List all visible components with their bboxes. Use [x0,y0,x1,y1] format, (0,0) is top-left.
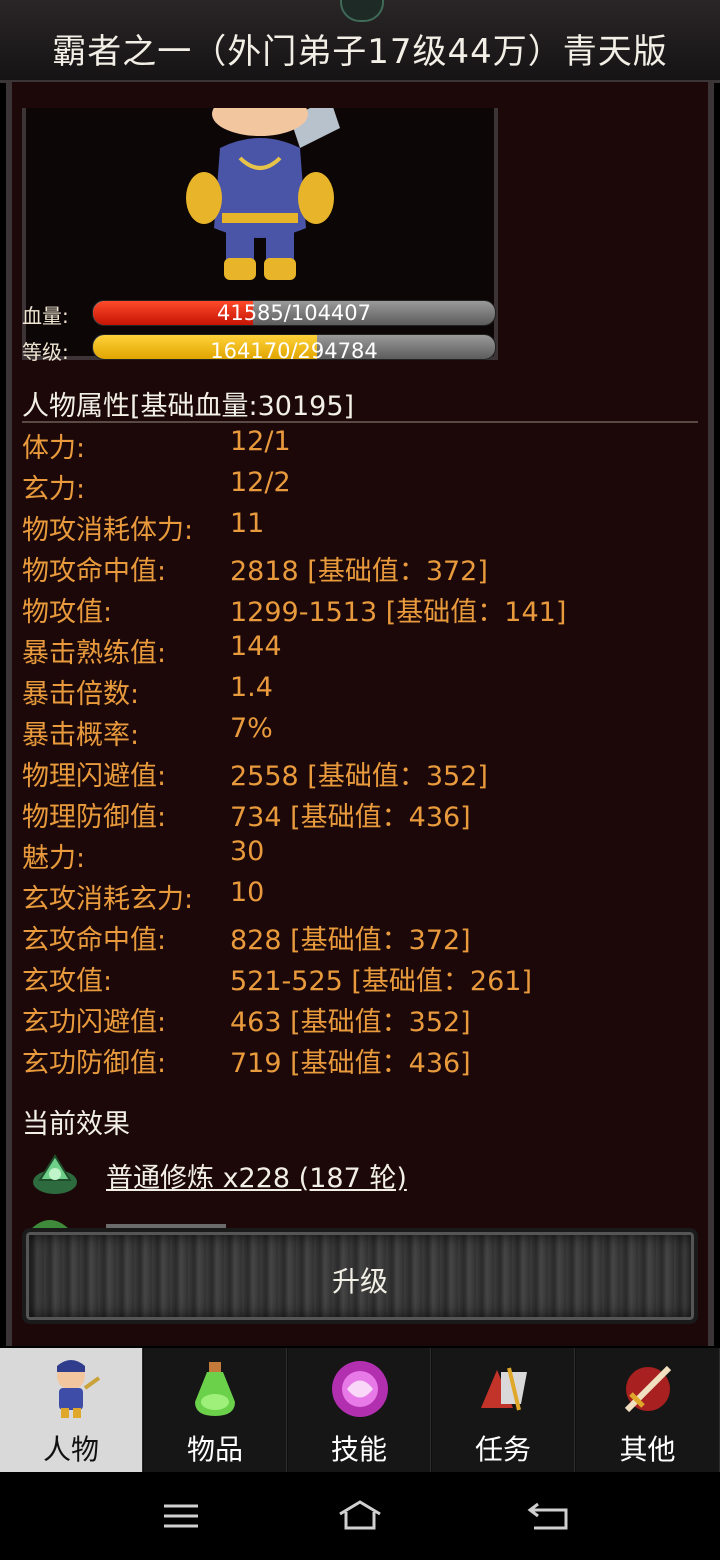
stat-label: 玄攻命中值: [22,925,167,956]
tab-label: 人物 [42,1433,99,1466]
stat-label: 玄功防御值: [22,1048,167,1079]
tab-items[interactable]: 物品 [144,1348,287,1472]
stat-value: 7% [230,713,273,744]
stat-row: 暴击倍数: 1.4 [22,672,702,713]
back-icon[interactable] [526,1498,574,1534]
stat-row: 物攻消耗体力: 11 [22,508,702,549]
stat-value: 734 [基础值：436] [230,802,471,833]
stat-row: 体力: 12/1 [22,426,702,467]
stat-label: 物攻消耗体力: [22,515,194,546]
hp-value: 41585/104407 [216,301,372,325]
tab-other[interactable]: 其他 [576,1348,720,1472]
home-icon[interactable] [336,1498,384,1534]
stat-label: 玄力: [22,474,86,505]
stat-row: 物理闪避值: 2558 [基础值：352] [22,754,702,795]
stat-row: 玄功防御值: 719 [基础值：436] [22,1041,702,1082]
effect-name[interactable]: 普通修炼 x228 (187 轮) [106,1156,407,1195]
ornament-icon [340,0,384,22]
stat-label: 物攻命中值: [22,556,167,587]
stat-value: 463 [基础值：352] [230,1007,471,1038]
stat-value: 2818 [基础值：372] [230,556,488,587]
stat-value: 11 [230,508,265,539]
exp-value: 164170/294784 [210,339,378,360]
stat-row: 玄攻命中值: 828 [基础值：372] [22,918,702,959]
bottom-tab-bar: 人物 物品 技能 任务 其他 [0,1348,720,1472]
stat-row: 魅力: 30 [22,836,702,877]
stat-label: 暴击熟练值: [22,638,167,669]
effect-item-partial-icon [30,1220,226,1230]
tab-quests[interactable]: 任务 [432,1348,575,1472]
sword-icon [624,1365,672,1413]
potion-icon [195,1362,235,1416]
effect-item[interactable]: 普通修炼 x228 (187 轮) [30,1150,690,1200]
stat-value: 30 [230,836,265,867]
divider [22,421,698,423]
stat-label: 魅力: [22,843,86,874]
tab-character[interactable]: 人物 [0,1348,143,1472]
stat-value: 1299-1513 [基础值：141] [230,597,567,628]
stat-label: 物理闪避值: [22,761,167,792]
stat-row: 玄功闪避值: 463 [基础值：352] [22,1000,702,1041]
stat-label: 玄攻消耗玄力: [22,884,194,915]
upgrade-button[interactable]: 升级 [22,1228,698,1324]
stat-label: 物理防御值: [22,802,167,833]
effects-title: 当前效果 [22,1109,130,1140]
system-nav-bar [0,1472,720,1560]
tab-label: 技能 [330,1433,387,1466]
title-bar: 霸者之一（外门弟子17级44万）青天版 [0,0,720,83]
green-orb-icon [33,1154,77,1194]
stat-value: 1.4 [230,672,273,703]
stat-label: 暴击倍数: [22,679,140,710]
character-icon [57,1360,101,1418]
stat-row: 玄攻消耗玄力: 10 [22,877,702,918]
stat-value: 521-525 [基础值：261] [230,966,532,997]
quest-icon [481,1367,527,1411]
stat-value: 144 [230,631,282,662]
stat-value: 12/1 [230,426,291,457]
skill-orb-icon [332,1361,388,1417]
hp-bar: 41585/104407 [92,300,496,326]
stat-row: 暴击熟练值: 144 [22,631,702,672]
stat-label: 物攻值: [22,597,113,628]
hp-label: 血量: [22,304,69,328]
character-avatar [186,108,340,280]
stat-row: 玄力: 12/2 [22,467,702,508]
tab-skills[interactable]: 技能 [288,1348,431,1472]
tab-label: 任务 [474,1433,531,1466]
stat-value: 719 [基础值：436] [230,1048,471,1079]
page-title: 霸者之一（外门弟子17级44万）青天版 [52,32,668,72]
level-label: 等级: [22,340,69,364]
exp-bar: 164170/294784 [92,334,496,360]
attributes-title: 人物属性[基础血量:30195] [22,391,355,422]
stat-label: 玄攻值: [22,966,113,997]
stat-row: 物理防御值: 734 [基础值：436] [22,795,702,836]
menu-icon[interactable] [158,1498,206,1534]
stat-row: 物攻命中值: 2818 [基础值：372] [22,549,702,590]
tab-label: 其他 [619,1433,676,1466]
stat-row: 玄攻值: 521-525 [基础值：261] [22,959,702,1000]
stat-label: 体力: [22,433,86,464]
stat-label: 暴击概率: [22,720,140,751]
stat-row: 暴击概率: 7% [22,713,702,754]
stat-row: 物攻值: 1299-1513 [基础值：141] [22,590,702,631]
stat-value: 10 [230,877,265,908]
stat-value: 828 [基础值：372] [230,925,471,956]
upgrade-button-label: 升级 [331,1265,388,1298]
stat-value: 12/2 [230,467,291,498]
stat-value: 2558 [基础值：352] [230,761,488,792]
tab-label: 物品 [186,1433,243,1466]
stat-label: 玄功闪避值: [22,1007,167,1038]
